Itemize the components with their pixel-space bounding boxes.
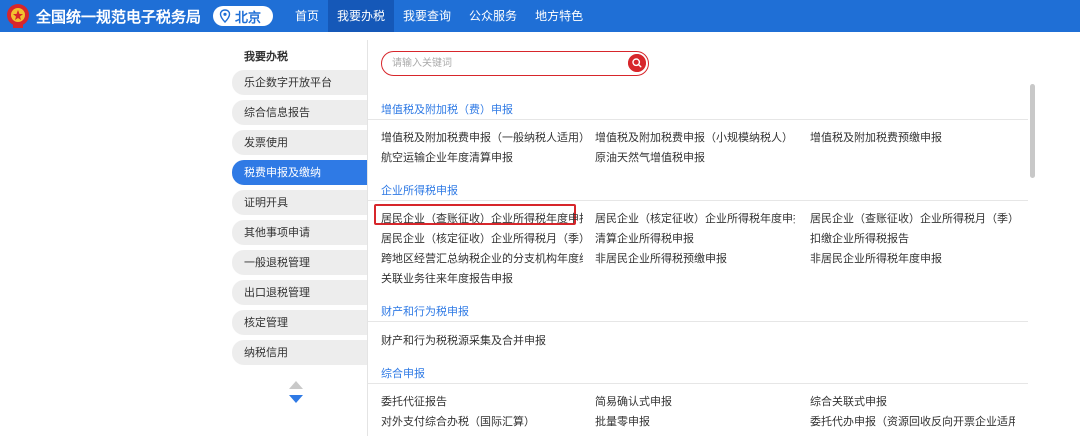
sidebar-item-info-report[interactable]: 综合信息报告 — [232, 100, 367, 125]
nav-local-feature[interactable]: 地方特色 — [526, 0, 592, 32]
panel-divider — [367, 40, 368, 436]
sidebar-item-tax-credit[interactable]: 纳税信用 — [232, 340, 367, 365]
link-comprehensive-linked[interactable]: 综合关联式申报 — [810, 393, 1015, 409]
link-vat-small-scale[interactable]: 增值税及附加税费申报（小规模纳税人） — [595, 129, 795, 145]
link-liquidation[interactable]: 清算企业所得税申报 — [595, 230, 795, 246]
link-oil-gas-vat[interactable]: 原油天然气增值税申报 — [595, 149, 795, 165]
link-nonresident-prepay[interactable]: 非居民企业所得税预缴申报 — [595, 250, 795, 266]
nav-query[interactable]: 我要查询 — [394, 0, 460, 32]
link-simple-confirm[interactable]: 简易确认式申报 — [595, 393, 795, 409]
search-icon[interactable] — [628, 54, 646, 72]
nav-tax-handling[interactable]: 我要办税 — [328, 0, 395, 32]
sidebar: 我要办税 乐企数字开放平台 综合信息报告 发票使用 税费申报及缴纳 证明开具 其… — [232, 44, 367, 370]
link-resident-assessed-annual[interactable]: 居民企业（核定征收）企业所得税年度申报 — [595, 210, 795, 226]
link-related-party-report[interactable]: 关联业务往来年度报告申报 — [381, 270, 583, 286]
section-divider — [368, 200, 1028, 201]
link-withholding-report[interactable]: 扣缴企业所得税报告 — [810, 230, 1015, 246]
tax-emblem-icon — [7, 4, 29, 28]
section-title-comprehensive: 综合申报 — [381, 367, 425, 380]
link-batch-zero[interactable]: 批量零申报 — [595, 413, 795, 429]
sidebar-title: 我要办税 — [244, 50, 288, 63]
link-resident-audit-annual[interactable]: 居民企业（查账征收）企业所得税年度申报 — [381, 210, 583, 226]
sidebar-item-general-refund[interactable]: 一般退税管理 — [232, 250, 367, 275]
search-box — [381, 51, 649, 76]
link-entrusted-collection[interactable]: 委托代征报告 — [381, 393, 583, 409]
sidebar-item-leqi-platform[interactable]: 乐企数字开放平台 — [232, 70, 367, 95]
link-nonresident-annual[interactable]: 非居民企业所得税年度申报 — [810, 250, 1015, 266]
link-vat-general[interactable]: 增值税及附加税费申报（一般纳税人适用） — [381, 129, 583, 145]
link-resident-audit-quarterly[interactable]: 居民企业（查账征收）企业所得税月（季）度... — [810, 210, 1015, 226]
content-scrollbar[interactable] — [1030, 84, 1035, 178]
link-property-combined[interactable]: 财产和行为税税源采集及合并申报 — [381, 332, 583, 348]
main-nav: 首页 我要办税 我要查询 公众服务 地方特色 — [286, 0, 592, 32]
section-title-corporate-income-tax: 企业所得税申报 — [381, 184, 458, 197]
sidebar-item-certificate[interactable]: 证明开具 — [232, 190, 367, 215]
search-input[interactable] — [392, 55, 622, 71]
section-title-vat: 增值税及附加税（费）申报 — [381, 103, 513, 116]
top-header: 全国统一规范电子税务局 北京 首页 我要办税 我要查询 公众服务 地方特色 — [0, 0, 1080, 32]
location-pin-icon — [219, 9, 231, 23]
link-vat-prepay[interactable]: 增值税及附加税费预缴申报 — [810, 129, 1015, 145]
section-title-property-behavior-tax: 财产和行为税申报 — [381, 305, 469, 318]
site-title[interactable]: 全国统一规范电子税务局 — [36, 6, 201, 27]
nav-home[interactable]: 首页 — [286, 0, 328, 32]
city-selector[interactable]: 北京 — [213, 6, 274, 26]
nav-public-service[interactable]: 公众服务 — [460, 0, 526, 32]
sidebar-scroll-arrows-icon[interactable] — [288, 380, 304, 404]
section-divider — [368, 321, 1028, 322]
link-cross-region-branch[interactable]: 跨地区经营汇总纳税企业的分支机构年度纳税... — [381, 250, 583, 266]
sidebar-item-invoice-use[interactable]: 发票使用 — [232, 130, 367, 155]
section-divider — [368, 383, 1028, 384]
sidebar-item-assessment[interactable]: 核定管理 — [232, 310, 367, 335]
sidebar-item-other-matters[interactable]: 其他事项申请 — [232, 220, 367, 245]
link-entrusted-filing[interactable]: 委托代办申报（资源回收反向开票企业适用） — [810, 413, 1015, 429]
city-name: 北京 — [235, 10, 262, 26]
link-outbound-payment[interactable]: 对外支付综合办税（国际汇算） — [381, 413, 583, 429]
sidebar-item-export-refund[interactable]: 出口退税管理 — [232, 280, 367, 305]
link-aviation-clearing[interactable]: 航空运输企业年度清算申报 — [381, 149, 583, 165]
sidebar-item-tax-filing-payment[interactable]: 税费申报及缴纳 — [232, 160, 367, 185]
link-resident-assessed-quarterly[interactable]: 居民企业（核定征收）企业所得税月（季）度... — [381, 230, 583, 246]
section-divider — [368, 119, 1028, 120]
